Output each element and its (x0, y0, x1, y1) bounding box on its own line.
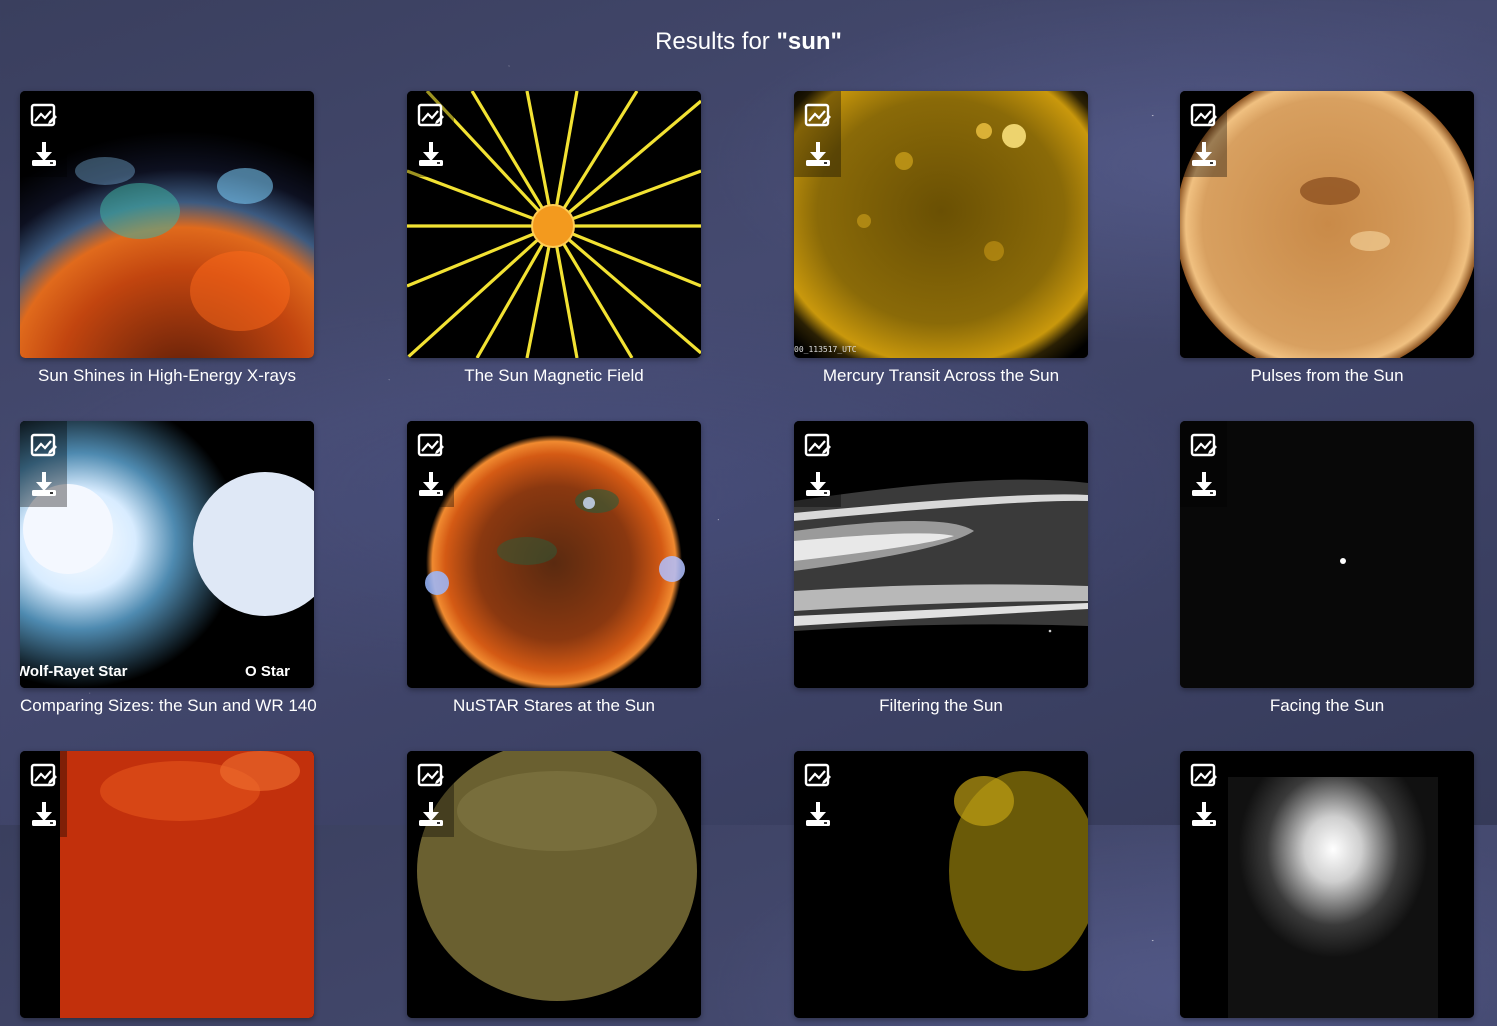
tool-panel (1180, 751, 1227, 837)
result-thumbnail[interactable] (407, 91, 701, 358)
result-card[interactable] (20, 751, 314, 1026)
view-image-icon[interactable] (803, 761, 833, 791)
result-card[interactable]: Sun Shines in High-Energy X-rays (20, 91, 314, 386)
result-thumbnail[interactable] (1180, 421, 1474, 688)
o-star-label: O Star (245, 663, 291, 680)
view-image-icon[interactable] (29, 101, 59, 131)
results-grid: Sun Shines in High-Energy X-rays The Sun… (0, 0, 1497, 1018)
result-card[interactable]: Filtering the Sun (794, 421, 1088, 716)
result-caption[interactable]: Comparing Sizes: the Sun and WR 140 (20, 696, 317, 716)
tool-panel (407, 91, 454, 177)
tool-panel (794, 421, 841, 507)
result-card[interactable] (794, 751, 1088, 1026)
result-card[interactable] (407, 751, 701, 1026)
download-icon[interactable] (416, 139, 446, 169)
result-thumbnail[interactable]: 00_113517_UTC (794, 91, 1088, 358)
result-caption[interactable]: Sun Shines in High-Energy X-rays (20, 366, 314, 386)
result-thumbnail[interactable] (407, 421, 701, 688)
result-card[interactable]: Wolf-Rayet Star O Star Comparing Sizes: … (20, 421, 317, 716)
view-image-icon[interactable] (416, 431, 446, 461)
result-thumbnail[interactable] (1180, 751, 1474, 1018)
tool-panel (407, 421, 454, 507)
download-icon[interactable] (1189, 469, 1219, 499)
tool-panel (794, 751, 841, 837)
view-image-icon[interactable] (803, 101, 833, 131)
view-image-icon[interactable] (29, 761, 59, 791)
wolf-rayet-label: Wolf-Rayet Star (20, 663, 128, 680)
result-thumbnail[interactable] (20, 91, 314, 358)
result-caption[interactable]: Facing the Sun (1180, 696, 1474, 716)
tool-panel (20, 421, 67, 507)
result-caption[interactable]: The Sun Magnetic Field (407, 366, 701, 386)
result-caption[interactable]: NuSTAR Stares at the Sun (407, 696, 701, 716)
tool-panel (794, 91, 841, 177)
result-card[interactable]: Pulses from the Sun (1180, 91, 1474, 386)
result-card[interactable]: NuSTAR Stares at the Sun (407, 421, 701, 716)
view-image-icon[interactable] (1189, 761, 1219, 791)
tool-panel (20, 91, 67, 177)
download-icon[interactable] (416, 469, 446, 499)
view-image-icon[interactable] (416, 761, 446, 791)
result-card[interactable]: The Sun Magnetic Field (407, 91, 701, 386)
download-icon[interactable] (1189, 139, 1219, 169)
result-caption[interactable]: Mercury Transit Across the Sun (794, 366, 1088, 386)
result-thumbnail[interactable] (794, 421, 1088, 688)
result-caption[interactable]: Filtering the Sun (794, 696, 1088, 716)
view-image-icon[interactable] (1189, 101, 1219, 131)
result-thumbnail[interactable] (1180, 91, 1474, 358)
view-image-icon[interactable] (1189, 431, 1219, 461)
result-thumbnail[interactable] (794, 751, 1088, 1018)
download-icon[interactable] (803, 469, 833, 499)
tool-panel (1180, 421, 1227, 507)
result-card[interactable]: Facing the Sun (1180, 421, 1474, 716)
result-thumbnail[interactable]: Wolf-Rayet Star O Star (20, 421, 314, 688)
result-thumbnail[interactable] (20, 751, 314, 1018)
tool-panel (407, 751, 454, 837)
result-card[interactable] (1180, 751, 1474, 1026)
result-card[interactable]: 00_113517_UTC Mercury Transit Across the… (794, 91, 1088, 386)
tool-panel (1180, 91, 1227, 177)
timestamp-overlay: 00_113517_UTC (794, 345, 857, 354)
download-icon[interactable] (29, 469, 59, 499)
view-image-icon[interactable] (803, 431, 833, 461)
view-image-icon[interactable] (29, 431, 59, 461)
view-image-icon[interactable] (416, 101, 446, 131)
download-icon[interactable] (29, 139, 59, 169)
tool-panel (20, 751, 67, 837)
download-icon[interactable] (803, 139, 833, 169)
result-thumbnail[interactable] (407, 751, 701, 1018)
result-caption[interactable]: Pulses from the Sun (1180, 366, 1474, 386)
